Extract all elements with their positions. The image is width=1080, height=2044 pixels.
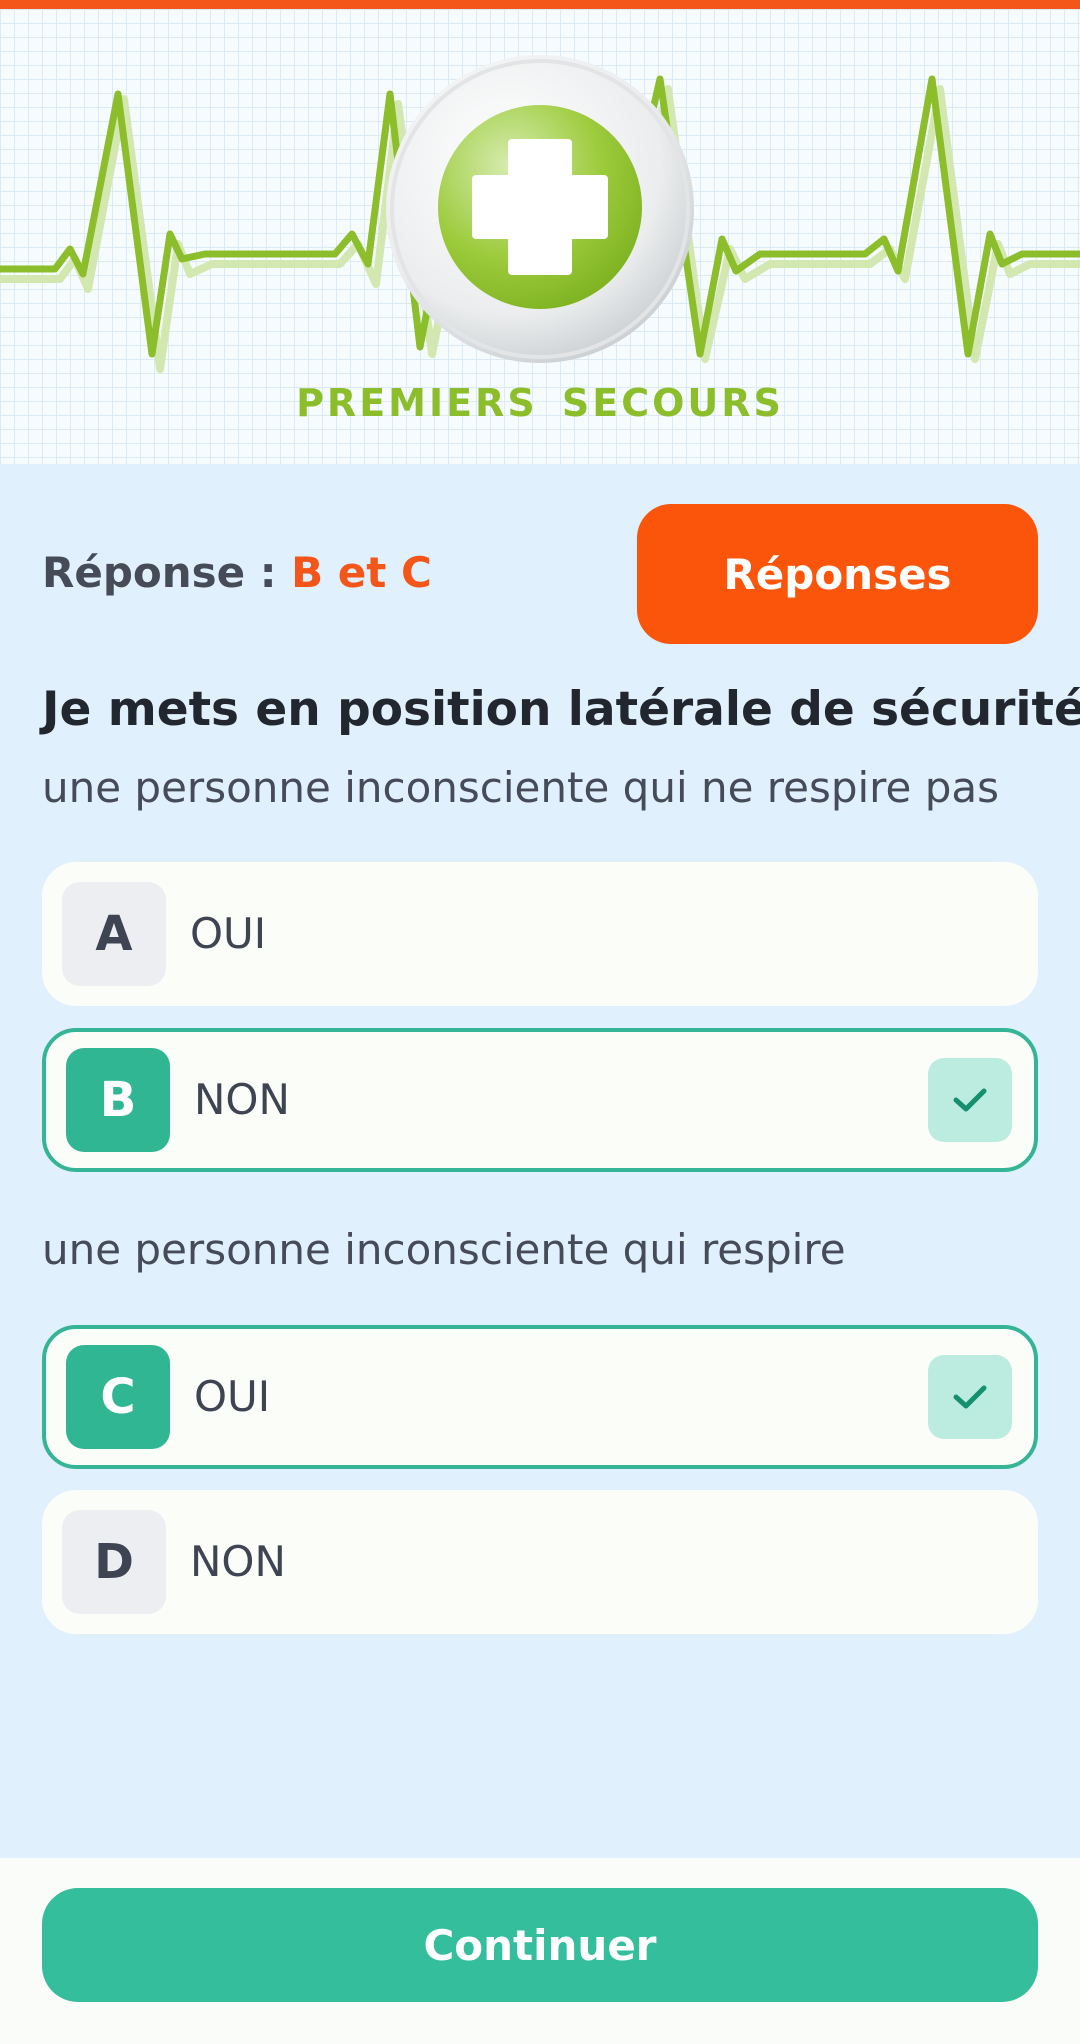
header-banner: PREMIERS SECOURS xyxy=(0,9,1080,464)
option-letter-badge: A xyxy=(62,882,166,986)
option-letter-badge: D xyxy=(62,1510,166,1614)
option-d[interactable]: D NON xyxy=(42,1490,1038,1634)
option-c[interactable]: C OUI xyxy=(42,1325,1038,1469)
answer-summary: Réponse : B et C xyxy=(42,548,432,597)
continue-button[interactable]: Continuer xyxy=(42,1888,1038,2002)
checkmark-icon xyxy=(928,1355,1012,1439)
option-text: NON xyxy=(190,1537,286,1586)
sub-question-2: une personne inconsciente qui respire xyxy=(42,1225,846,1274)
banner-title: PREMIERS SECOURS xyxy=(296,381,784,425)
sub-question-1: une personne inconsciente qui ne respire… xyxy=(42,763,999,812)
option-text: NON xyxy=(194,1075,290,1124)
checkmark-icon xyxy=(928,1058,1012,1142)
question-title: Je mets en position latérale de sécurité… xyxy=(42,682,1080,737)
answer-value: B et C xyxy=(291,548,432,597)
option-text: OUI xyxy=(190,909,267,958)
answer-label: Réponse : xyxy=(42,548,292,597)
option-b[interactable]: B NON xyxy=(42,1028,1038,1172)
option-letter-badge: C xyxy=(66,1345,170,1449)
option-a[interactable]: A OUI xyxy=(42,862,1038,1006)
option-text: OUI xyxy=(194,1372,271,1421)
top-accent-bar xyxy=(0,0,1080,9)
responses-button[interactable]: Réponses xyxy=(637,504,1038,644)
option-letter-badge: B xyxy=(66,1048,170,1152)
